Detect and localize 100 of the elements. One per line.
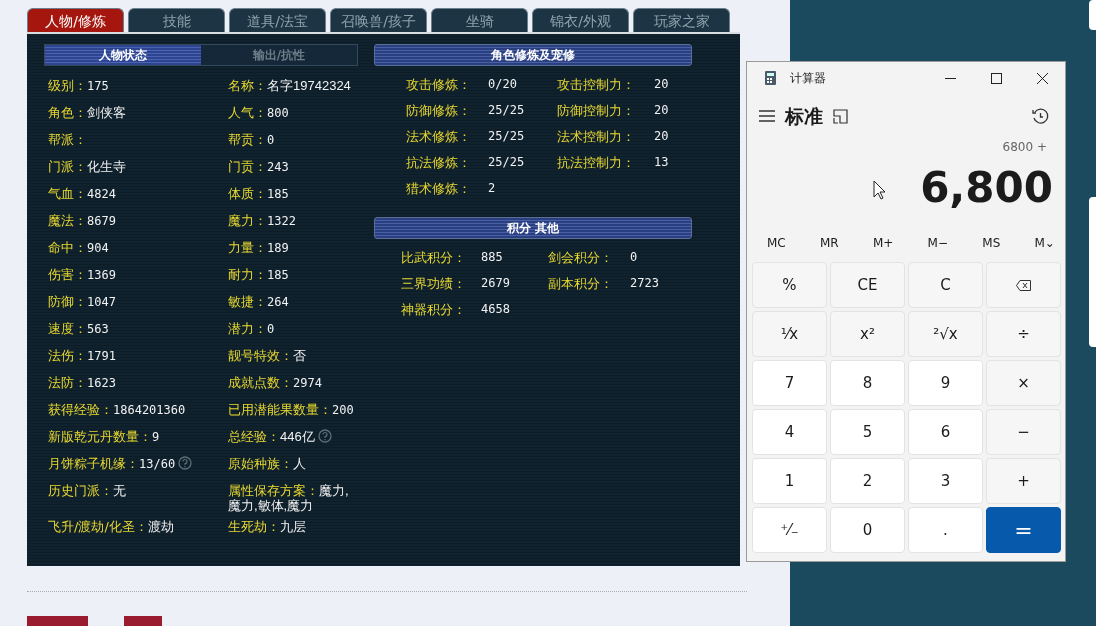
stat-item: 体质：185 [228,186,289,202]
stat-label: 三界功绩： [401,274,467,293]
stat-item: 总经验：446亿 [228,429,315,444]
key-button[interactable]: = [986,507,1061,553]
stat-item: 名称：名字19742324 [228,78,351,93]
memory-button[interactable]: MC [765,234,788,262]
stat-item: 角色：剑侠客 [48,105,126,120]
stat-label: 法术修炼： [406,127,472,146]
key-button[interactable]: CE [830,262,905,308]
key-button[interactable]: x² [830,311,905,357]
stat-label: 比武积分： [401,248,467,267]
mode-title: 标准 [785,103,823,129]
key-button[interactable]: 0 [830,507,905,553]
tab[interactable]: 召唤兽/孩子 [330,8,427,32]
window-title: 计算器 [790,70,826,87]
stat-value: 20 [654,75,670,93]
tab[interactable]: 道具/法宝 [229,8,326,32]
stat-label: 防御修炼： [406,101,472,120]
maximize-icon [990,72,1002,84]
stat-item: 历史门派：无 [48,483,126,498]
history-icon[interactable] [1032,107,1049,125]
key-button[interactable]: − [986,409,1061,455]
stat-item: 气血：4824 [48,186,116,202]
tab[interactable]: 人物/修炼 [27,8,124,32]
stat-item: 速度：563 [48,321,109,337]
stat-value: 25/25 [488,153,526,171]
stat-value: 13 [654,153,670,171]
keep-on-top-icon[interactable] [833,108,848,124]
key-button[interactable]: 9 [908,360,983,406]
stat-item: 靓号特效：否 [228,348,306,363]
memory-button[interactable]: M+ [870,234,896,262]
tab[interactable]: 锦衣/外观 [532,8,629,32]
key-button[interactable]: 7 [752,360,827,406]
key-button[interactable]: + [986,458,1061,504]
stat-item: 飞升/渡劫/化圣：渡劫 [48,519,174,534]
stat-item: 门派：化生寺 [48,159,126,174]
stat-item: 成就点数：2974 [228,375,322,391]
memory-button[interactable]: MS [980,234,1003,262]
stat-label: 神器积分： [401,300,467,319]
stat-item: 魔力：1322 [228,213,296,229]
minimize-icon [944,77,956,79]
key-button[interactable]: . [908,507,983,553]
key-button[interactable]: % [752,262,827,308]
stat-item: 法伤：1791 [48,348,116,364]
key-button[interactable]: 5 [830,409,905,455]
stat-value: 2723 [630,274,660,292]
key-button[interactable]: × [986,360,1061,406]
stat-value: 2679 [481,274,511,292]
stat-item: 力量：189 [228,240,289,256]
memory-button[interactable]: M⌄ [1032,234,1057,262]
subtab[interactable]: 人物状态 [45,45,201,65]
stat-label: 抗法修炼： [406,153,472,172]
stat-item: 属性保存方案：魔力,魔力,敏体,魔力 [228,483,350,513]
expression-text: 6800 + [1002,140,1047,154]
tab[interactable]: 技能 [128,8,225,32]
key-button[interactable]: 3 [908,458,983,504]
key-button[interactable]: 4 [752,409,827,455]
key-button[interactable]: C [908,262,983,308]
stat-label: 抗法控制力： [557,153,636,172]
stat-item: 级别：175 [48,78,109,94]
menu-icon[interactable] [759,110,775,122]
stat-label: 剑会积分： [548,248,614,267]
stat-item: 已用潜能果数量：200 [228,402,354,418]
tab[interactable]: 坐骑 [431,8,528,32]
stat-label: 攻击修炼： [406,75,472,94]
key-button[interactable]: 1 [752,458,827,504]
stat-value: 25/25 [488,101,526,119]
key-button[interactable]: ⁺⁄₋ [752,507,827,553]
stat-value: 0/20 [488,75,518,93]
memory-button[interactable]: MR [818,234,841,262]
stat-item: 魔法：8679 [48,213,116,229]
key-button[interactable]: ¹⁄x [752,311,827,357]
stat-item: 新版乾元丹数量：9 [48,429,160,445]
stat-item: 帮贡：0 [228,132,275,148]
key-button[interactable]: ÷ [986,311,1061,357]
stat-item: 潜力：0 [228,321,275,337]
key-button[interactable]: 2 [830,458,905,504]
subtab[interactable]: 输出/抗性 [201,45,357,65]
help-icon[interactable] [317,429,332,443]
stat-item: 生死劫：九层 [228,519,306,534]
stat-item: 获得经验：1864201360 [48,402,186,418]
panel-edge [1089,0,1096,30]
stat-item: 法防：1623 [48,375,116,391]
section-header: 积分 其他 [374,217,692,239]
stat-item: 门贡：243 [228,159,289,175]
memory-button[interactable]: M− [925,234,951,262]
key-button[interactable]: 6 [908,409,983,455]
stat-label: 法术控制力： [557,127,636,146]
stat-value: 4658 [481,300,511,318]
key-button[interactable]: 8 [830,360,905,406]
backspace-icon [1016,279,1031,291]
stat-item: 原始种族：人 [228,456,306,471]
close-icon [1036,72,1048,84]
stat-label: 副本积分： [548,274,614,293]
tab[interactable]: 玩家之家 [633,8,730,32]
stat-item: 防御：1047 [48,294,116,310]
key-button[interactable]: ²√x [908,311,983,357]
stat-value: 0 [630,248,639,266]
stat-label: 防御控制力： [557,101,636,120]
help-icon[interactable] [178,456,193,470]
